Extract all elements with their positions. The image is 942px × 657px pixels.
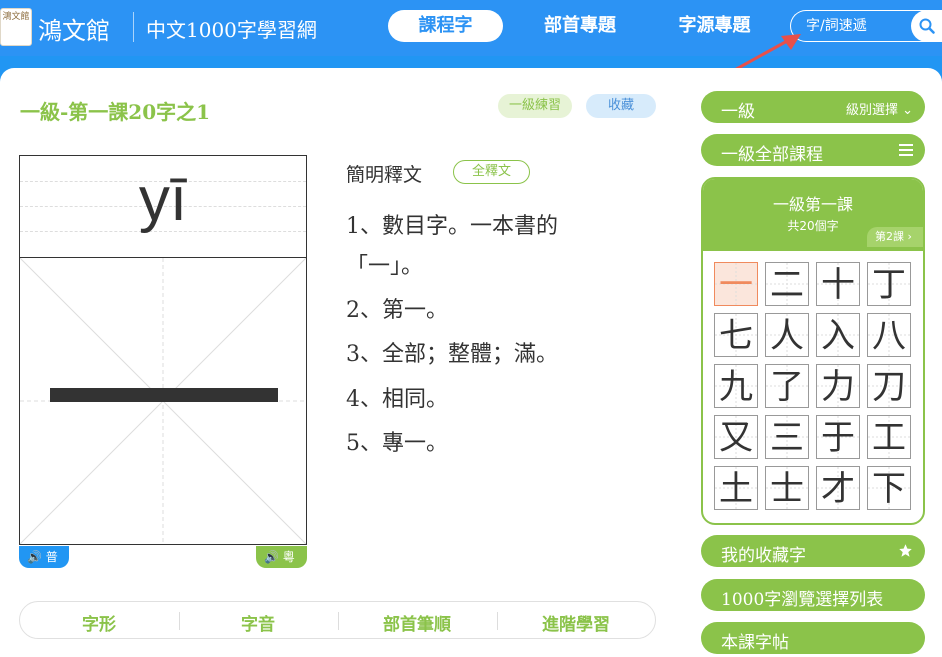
lesson-card: 一級第一課 共20個字 第2課 › 一二十丁七人入八九了力刀又三于工土士才下	[701, 177, 925, 525]
tab-radical-stroke-order[interactable]: 部首筆順	[338, 610, 496, 635]
definition-heading: 簡明釋文	[346, 164, 423, 186]
browse-list-bar[interactable]: 1000字瀏覽選擇列表	[701, 579, 925, 611]
character-cell[interactable]: 士	[765, 466, 809, 510]
character-cell[interactable]: 工	[867, 415, 911, 459]
search-icon	[919, 18, 935, 34]
character-cell[interactable]: 土	[714, 466, 758, 510]
level-select-label: 級別選擇	[845, 103, 898, 118]
character-cell[interactable]: 八	[867, 313, 911, 357]
character-cell[interactable]: 又	[714, 415, 758, 459]
practice-button[interactable]: 一級練習	[498, 94, 572, 118]
nav-tab-course-characters[interactable]: 課程字	[388, 10, 503, 42]
logo-text: 鴻文館	[2, 12, 30, 22]
character-cell-text: 二	[770, 265, 804, 305]
definition-line: 「一」。	[346, 254, 424, 279]
character-cell-text: 九	[719, 367, 753, 407]
character-cell-text: 力	[821, 367, 855, 407]
audio-label: 粵	[282, 550, 295, 564]
character-cell-text: 七	[719, 316, 753, 356]
definition-line: 5、專一。	[346, 431, 448, 456]
cantonese-audio-button[interactable]: 🔊 粵	[256, 546, 307, 568]
pinyin-box: yī	[19, 155, 307, 258]
character-cell-text: 工	[872, 418, 906, 458]
character-cell-text: 人	[770, 316, 804, 356]
copybook-label: 本課字帖	[721, 633, 789, 653]
character-cell-text: 于	[821, 418, 855, 458]
character-cell[interactable]: 十	[816, 262, 860, 306]
header-divider	[133, 12, 134, 42]
putonghua-audio-button[interactable]: 🔊 普	[19, 546, 69, 568]
character-cell-text: 下	[872, 469, 906, 509]
character-cell-text: 丁	[872, 265, 906, 305]
character-cell[interactable]: 于	[816, 415, 860, 459]
character-cell-text: 才	[821, 469, 855, 509]
character-cell-text: 刀	[872, 367, 906, 407]
logo[interactable]: 鴻文館	[0, 8, 32, 46]
character-cell-text: 士	[770, 469, 804, 509]
pinyin-text: yī	[138, 165, 188, 234]
lesson-title: 一級第一課	[772, 195, 853, 214]
copybook-bar[interactable]: 本課字帖	[701, 622, 925, 654]
nav-tab-radicals[interactable]: 部首專題	[523, 10, 637, 42]
character-cell[interactable]: 三	[765, 415, 809, 459]
character-cell-text: 又	[719, 418, 753, 458]
character-cell[interactable]: 九	[714, 364, 758, 408]
character-cell-text: 入	[821, 316, 855, 356]
next-lesson-label: 第2課	[875, 230, 904, 243]
tab-sound[interactable]: 字音	[179, 610, 337, 635]
character-cell[interactable]: 丁	[867, 262, 911, 306]
character-cell[interactable]: 七	[714, 313, 758, 357]
audio-label: 普	[45, 550, 58, 564]
character-cell[interactable]: 二	[765, 262, 809, 306]
all-lessons-bar[interactable]: 一級全部課程	[701, 134, 925, 166]
level-label: 一級	[721, 102, 755, 122]
all-lessons-label: 一級全部課程	[721, 145, 823, 165]
tab-advanced[interactable]: 進階學習	[497, 610, 655, 635]
chevron-down-icon: ⌄	[902, 103, 913, 118]
brand-name[interactable]: 鴻文館	[38, 11, 110, 46]
site-subtitle: 中文1000字學習網	[146, 18, 317, 42]
character-cell-text: 土	[719, 469, 753, 509]
full-text-button[interactable]: 全釋文	[453, 160, 530, 184]
header: 鴻文館 鴻文館 中文1000字學習網 課程字 部首專題 字源專題	[0, 0, 942, 74]
character-cell[interactable]: 了	[765, 364, 809, 408]
star-icon	[899, 544, 912, 557]
definition-line: 2、第一。	[346, 298, 448, 323]
next-lesson-button[interactable]: 第2課 ›	[867, 227, 923, 247]
character-cell[interactable]: 人	[765, 313, 809, 357]
menu-icon	[899, 144, 913, 156]
favorite-button[interactable]: 收藏	[586, 94, 656, 118]
definition-line: 1、數目字。一本書的	[346, 214, 558, 239]
character-cell-text: 一	[719, 265, 753, 305]
character-cell-text: 三	[770, 418, 804, 458]
level-select[interactable]: 級別選擇 ⌄	[846, 99, 913, 118]
character-cell[interactable]: 刀	[867, 364, 911, 408]
search-input[interactable]	[806, 16, 906, 36]
character-cell[interactable]: 力	[816, 364, 860, 408]
character-cell[interactable]: 入	[816, 313, 860, 357]
favorites-label: 我的收藏字	[721, 546, 806, 566]
character-cell-text: 八	[872, 316, 906, 356]
browse-list-label: 1000字瀏覽選擇列表	[721, 590, 884, 610]
definition-line: 3、全部；整體；滿。	[346, 342, 558, 367]
tab-shape[interactable]: 字形	[20, 610, 178, 635]
page-title: 一級-第一課20字之1	[20, 100, 211, 124]
character-cell[interactable]: 下	[867, 466, 911, 510]
bottom-tabs: 字形 字音 部首筆順 進階學習	[19, 601, 656, 639]
character-cell-text: 了	[770, 367, 804, 407]
favorites-bar[interactable]: 我的收藏字	[701, 535, 925, 567]
character-cell[interactable]: 才	[816, 466, 860, 510]
character-cell-text: 十	[821, 265, 855, 305]
lesson-header: 一級第一課 共20個字 第2課 ›	[703, 179, 923, 251]
search-button[interactable]	[911, 10, 942, 42]
level-bar[interactable]: 一級 級別選擇 ⌄	[701, 91, 925, 123]
character-cell[interactable]: 一	[714, 262, 758, 306]
character-stroke	[50, 388, 278, 402]
definition-line: 4、相同。	[346, 387, 448, 412]
character-grid	[19, 257, 307, 545]
